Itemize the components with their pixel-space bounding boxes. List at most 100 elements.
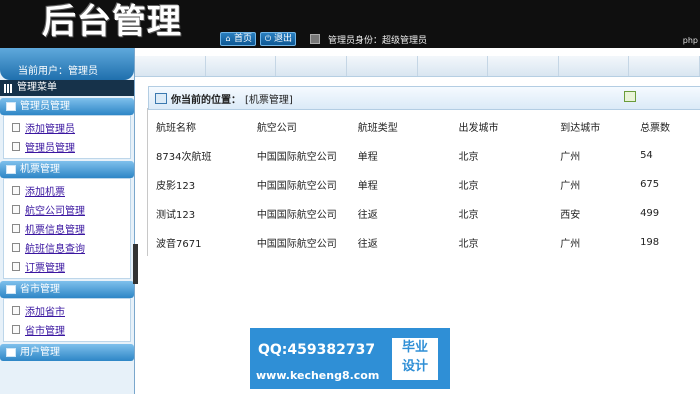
toolbar-cell	[206, 56, 277, 76]
home-button[interactable]: ⌂ 首页	[220, 32, 257, 46]
section-title: 管理员管理	[20, 101, 70, 112]
sidebar-item-label: 管理员管理	[25, 143, 75, 154]
section-province-body: 添加省市 省市管理	[3, 298, 131, 342]
section-ticket-header[interactable]: 机票管理	[0, 161, 134, 178]
section-title: 省市管理	[20, 284, 60, 295]
toolbar-cell	[559, 56, 630, 76]
table-cell: 往返	[357, 210, 378, 221]
section-user-header[interactable]: 用户管理	[0, 344, 134, 361]
breadcrumb: 你当前的位置： [机票管理]	[148, 86, 700, 110]
toolbar-cell	[418, 56, 489, 76]
sidebar-collapse-handle[interactable]	[133, 244, 138, 284]
logout-button[interactable]: ⏻ 退出	[260, 32, 297, 46]
document-icon	[12, 325, 20, 334]
document-icon	[12, 224, 20, 233]
sidebar-item-add-ticket[interactable]: 添加机票	[12, 181, 130, 200]
watermark-qq: QQ:459382737	[258, 342, 376, 358]
table-cell: 北京	[458, 210, 479, 221]
sidebar-item-booking[interactable]: 订票管理	[12, 257, 130, 276]
logout-label: 退出	[274, 34, 293, 44]
toolbar-cell	[488, 56, 559, 76]
column-header: 航空公司	[256, 123, 297, 134]
table-row: 波音7671 中国国际航空公司 往返 北京 广州 198	[156, 228, 700, 257]
section-admin-body: 添加管理员 管理员管理	[3, 115, 131, 159]
sidebar-item-label: 航班信息查询	[25, 244, 85, 255]
watermark-banner: QQ:459382737 www.kecheng8.com 毕业 设计	[250, 328, 450, 389]
window-icon	[155, 92, 167, 104]
sidebar-item-label: 添加管理员	[25, 124, 75, 135]
main-toolbar	[135, 56, 700, 77]
table-cell: 单程	[357, 181, 378, 192]
sidebar-item-flight-query[interactable]: 航班信息查询	[12, 238, 130, 257]
sidebar-item-label: 添加机票	[25, 187, 65, 198]
window-icon	[6, 348, 16, 357]
document-icon	[12, 306, 20, 315]
table-row: 8734次航班 中国国际航空公司 单程 北京 广州 54	[156, 141, 700, 170]
watermark-url: www.kecheng8.com	[256, 369, 380, 382]
sidebar-item-ticket-info[interactable]: 机票信息管理	[12, 219, 130, 238]
table-header-row: 航班名称 航空公司 航班类型 出发城市 到达城市 总票数	[156, 112, 700, 141]
section-province-header[interactable]: 省市管理	[0, 281, 134, 298]
toolbar-cell	[135, 56, 206, 76]
admin-identity: 管理员身份：超级管理员	[328, 35, 428, 46]
home-icon: ⌂	[225, 34, 231, 43]
current-user: 当前用户：管理员	[18, 66, 98, 77]
table-row: 测试123 中国国际航空公司 往返 北京 西安 499	[156, 199, 700, 228]
table-cell: 198	[640, 237, 660, 248]
sidebar-item-add-admin[interactable]: 添加管理员	[12, 118, 130, 137]
table-row: 皮影123 中国国际航空公司 单程 北京 广州 675	[156, 170, 700, 199]
sidebar-item-label: 机票信息管理	[25, 225, 85, 236]
table-cell: 中国国际航空公司	[256, 210, 337, 221]
sidebar-item-label: 订票管理	[25, 263, 65, 274]
section-admin-header[interactable]: 管理员管理	[0, 98, 134, 115]
table-cell: 西安	[560, 210, 581, 221]
document-icon	[12, 205, 20, 214]
toolbar-cell	[347, 56, 418, 76]
power-icon: ⏻	[264, 34, 272, 43]
section-ticket-body: 添加机票 航空公司管理 机票信息管理 航班信息查询 订票管理	[3, 178, 131, 279]
column-header: 到达城市	[560, 123, 601, 134]
document-icon	[12, 262, 20, 271]
sidebar-item-label: 航空公司管理	[25, 206, 85, 217]
home-label: 首页	[234, 34, 253, 44]
document-icon	[12, 186, 20, 195]
table-cell: 单程	[357, 152, 378, 163]
sidebar-item-label: 添加省市	[25, 307, 65, 318]
table-cell: 675	[640, 179, 660, 190]
watermark-badge-line: 毕业	[401, 340, 428, 355]
sidebar-item-airline[interactable]: 航空公司管理	[12, 200, 130, 219]
document-icon	[12, 243, 20, 252]
table-cell: 8734次航班	[156, 152, 212, 163]
table-cell: 广州	[560, 181, 581, 192]
table-cell: 皮影123	[156, 181, 196, 192]
window-icon	[6, 285, 16, 294]
toolbar-cell	[629, 56, 700, 76]
table-cell: 中国国际航空公司	[256, 239, 337, 250]
toolbar-cell	[276, 56, 347, 76]
header: 后台管理 ⌂ 首页 ⏻ 退出 管理员身份：超级管理员 php	[0, 0, 700, 48]
sidebar-header: 当前用户：管理员	[0, 48, 134, 80]
column-header: 航班类型	[357, 123, 398, 134]
sidebar-item-add-province[interactable]: 添加省市	[12, 301, 130, 320]
divider	[147, 108, 148, 256]
table-cell: 波音7671	[156, 239, 202, 250]
window-icon	[6, 102, 16, 111]
watermark-badge-line: 设计	[401, 359, 428, 374]
column-header: 航班名称	[156, 123, 196, 134]
column-header: 总票数	[640, 123, 671, 134]
add-icon[interactable]	[624, 91, 636, 102]
table-cell: 中国国际航空公司	[256, 181, 337, 192]
sidebar-item-manage-province[interactable]: 省市管理	[12, 320, 130, 339]
top-nav: ⌂ 首页 ⏻ 退出 管理员身份：超级管理员	[220, 32, 427, 46]
breadcrumb-value: [机票管理]	[245, 94, 293, 106]
section-title: 机票管理	[20, 164, 60, 175]
column-header: 出发城市	[458, 123, 499, 134]
table-cell: 北京	[458, 152, 479, 163]
section-title: 用户管理	[20, 347, 60, 358]
php-text: php	[682, 36, 698, 45]
grid-icon	[4, 83, 13, 93]
sidebar-item-manage-admin[interactable]: 管理员管理	[12, 137, 130, 156]
menu-title-label: 管理菜单	[17, 82, 57, 93]
window-icon	[6, 165, 16, 174]
document-icon	[12, 142, 20, 151]
